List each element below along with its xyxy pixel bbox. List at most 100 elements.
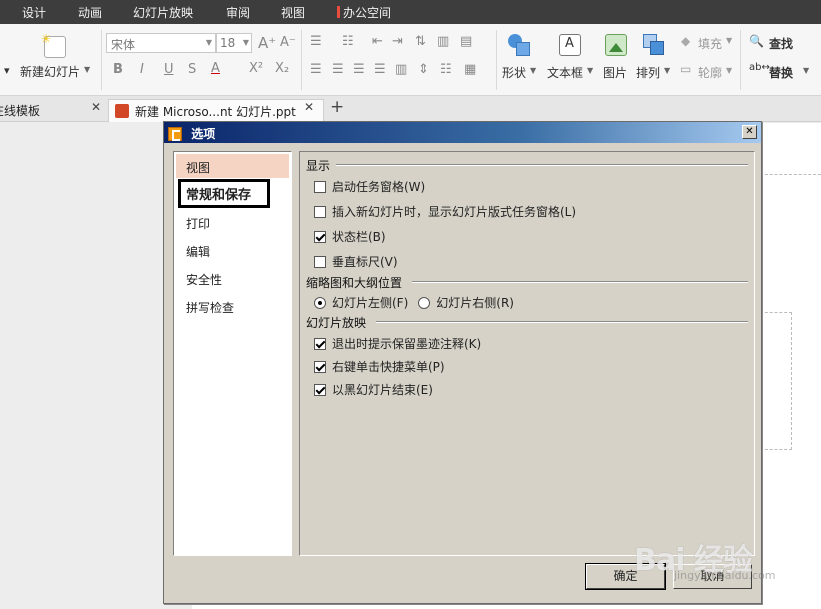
- align-right-icon[interactable]: ☰: [353, 62, 365, 77]
- radio-button[interactable]: [314, 296, 326, 309]
- bold-icon[interactable]: B: [113, 62, 123, 77]
- subscript-icon[interactable]: X₂: [275, 61, 289, 76]
- nav-item-spellcheck[interactable]: 拼写检查: [176, 294, 289, 318]
- option-layout-taskpane[interactable]: 插入新幻灯片时，显示幻灯片版式任务窗格(L): [314, 203, 576, 220]
- new-slide-button[interactable]: 新建幻灯片: [20, 63, 80, 80]
- textbox-button[interactable]: 文本框: [547, 64, 583, 81]
- ppt-file-icon: [115, 104, 129, 118]
- dialog-titlebar[interactable]: 选项 ✕: [164, 122, 761, 143]
- options-nav-list: 视图 常规和保存 打印 编辑 安全性 拼写检查: [173, 151, 292, 556]
- grow-font-icon[interactable]: A⁺: [258, 34, 276, 52]
- menu-design[interactable]: 设计: [22, 4, 46, 21]
- option-vertical-ruler[interactable]: 垂直标尺(V): [314, 253, 398, 270]
- chevron-down-icon[interactable]: ▼: [587, 66, 593, 75]
- bullet-list-icon[interactable]: ☰: [310, 34, 322, 49]
- chevron-down-icon[interactable]: ▼: [726, 66, 732, 75]
- tab-new-presentation[interactable]: 新建 Microso...nt 幻灯片.ppt: [108, 99, 324, 122]
- outline-button[interactable]: 轮廓: [698, 64, 722, 81]
- menu-review[interactable]: 审阅: [226, 4, 250, 21]
- option-label: 幻灯片左侧(F): [332, 296, 409, 310]
- close-button[interactable]: ✕: [742, 125, 757, 139]
- nav-item-edit[interactable]: 编辑: [176, 238, 289, 262]
- replace-icon[interactable]: ab↔: [749, 62, 770, 73]
- ok-button[interactable]: 确定: [585, 563, 666, 590]
- columns-icon[interactable]: ▥: [437, 34, 449, 49]
- group-title-slideshow: 幻灯片放映: [306, 316, 367, 330]
- tab-label: 在线模板: [0, 104, 41, 118]
- arrange-icon[interactable]: [643, 34, 665, 56]
- nav-item-print[interactable]: 打印: [176, 210, 289, 234]
- numbered-list-icon[interactable]: ☷: [342, 34, 354, 49]
- increase-indent-icon[interactable]: ⇥: [392, 34, 403, 49]
- tab-online-template[interactable]: 在线模板: [0, 99, 104, 122]
- menu-office-space[interactable]: 办公空间: [337, 4, 391, 21]
- shape-icon[interactable]: [508, 34, 530, 56]
- close-icon[interactable]: ✕: [304, 100, 314, 114]
- font-name-select[interactable]: 宋体 ▼: [106, 33, 216, 53]
- checkbox[interactable]: [314, 383, 326, 396]
- option-status-bar[interactable]: 状态栏(B): [314, 228, 386, 245]
- picture-icon[interactable]: [605, 34, 627, 56]
- ribbon-separator: [101, 30, 102, 90]
- nav-item-general-save[interactable]: 常规和保存: [178, 179, 270, 208]
- menu-slideshow[interactable]: 幻灯片放映: [133, 4, 193, 21]
- app-icon: [168, 127, 182, 141]
- fill-button[interactable]: 填充: [698, 35, 722, 52]
- chevron-down-icon[interactable]: ▼: [530, 66, 536, 75]
- option-right-click-menu[interactable]: 右键单击快捷菜单(P): [314, 358, 445, 375]
- shape-button[interactable]: 形状: [502, 64, 526, 81]
- italic-icon[interactable]: I: [140, 62, 144, 77]
- text-align-icon[interactable]: ▦: [464, 62, 476, 77]
- option-keep-ink[interactable]: 退出时提示保留墨迹注释(K): [314, 335, 481, 352]
- justify-icon[interactable]: ☰: [374, 62, 386, 77]
- line-spacing-icon[interactable]: ⇕: [418, 62, 429, 77]
- vertical-align-icon[interactable]: ▤: [460, 34, 472, 49]
- checkbox[interactable]: [314, 180, 326, 193]
- outline-icon[interactable]: ▭: [680, 62, 691, 76]
- fill-icon[interactable]: ◆: [681, 34, 690, 48]
- menu-view[interactable]: 视图: [281, 4, 305, 21]
- menu-animation[interactable]: 动画: [78, 4, 102, 21]
- cancel-button[interactable]: 取消: [673, 564, 752, 589]
- close-icon[interactable]: ✕: [91, 100, 101, 114]
- shadow-icon[interactable]: S: [188, 62, 196, 77]
- textbox-icon[interactable]: A: [559, 34, 581, 56]
- font-color-icon[interactable]: A: [211, 61, 220, 76]
- distribute-icon[interactable]: ▥: [395, 62, 407, 77]
- font-size-select[interactable]: 18 ▼: [216, 33, 252, 53]
- chevron-down-icon[interactable]: ▼: [664, 66, 670, 75]
- chevron-down-icon[interactable]: ▼: [726, 36, 732, 45]
- decrease-indent-icon[interactable]: ⇤: [372, 34, 383, 49]
- placeholder-border: [760, 312, 792, 450]
- picture-button[interactable]: 图片: [603, 64, 627, 81]
- option-label: 以黑幻灯片结束(E): [332, 383, 433, 397]
- add-tab-icon[interactable]: +: [330, 97, 344, 117]
- nav-item-view[interactable]: 视图: [176, 154, 289, 178]
- checkbox[interactable]: [314, 205, 326, 218]
- paragraph-spacing-icon[interactable]: ☷: [440, 62, 452, 77]
- option-label: 插入新幻灯片时，显示幻灯片版式任务窗格(L): [332, 205, 577, 219]
- replace-button[interactable]: 替换: [769, 64, 793, 81]
- new-slide-dropdown-icon[interactable]: ▼: [84, 65, 90, 74]
- option-slide-right[interactable]: 幻灯片右侧(R): [418, 294, 514, 311]
- option-startup-taskpane[interactable]: 启动任务窗格(W): [314, 178, 425, 195]
- new-slide-icon: ✳: [41, 32, 66, 58]
- checkbox[interactable]: [314, 337, 326, 350]
- arrange-button[interactable]: 排列: [636, 64, 660, 81]
- align-center-icon[interactable]: ☰: [332, 62, 344, 77]
- text-direction-icon[interactable]: ⇅: [415, 34, 426, 49]
- shrink-font-icon[interactable]: A⁻: [280, 35, 296, 50]
- nav-item-security[interactable]: 安全性: [176, 266, 289, 290]
- checkbox[interactable]: [314, 255, 326, 268]
- option-end-black-slide[interactable]: 以黑幻灯片结束(E): [314, 381, 433, 398]
- radio-button[interactable]: [418, 296, 431, 309]
- find-button[interactable]: 查找: [769, 35, 793, 52]
- superscript-icon[interactable]: X²: [249, 61, 263, 76]
- option-slide-left[interactable]: 幻灯片左侧(F): [314, 294, 408, 311]
- underline-icon[interactable]: U: [164, 62, 174, 77]
- align-left-icon[interactable]: ☰: [310, 62, 322, 77]
- chevron-down-icon[interactable]: ▼: [803, 66, 809, 75]
- find-icon[interactable]: 🔍: [749, 34, 764, 48]
- checkbox[interactable]: [314, 360, 326, 373]
- checkbox[interactable]: [314, 230, 326, 243]
